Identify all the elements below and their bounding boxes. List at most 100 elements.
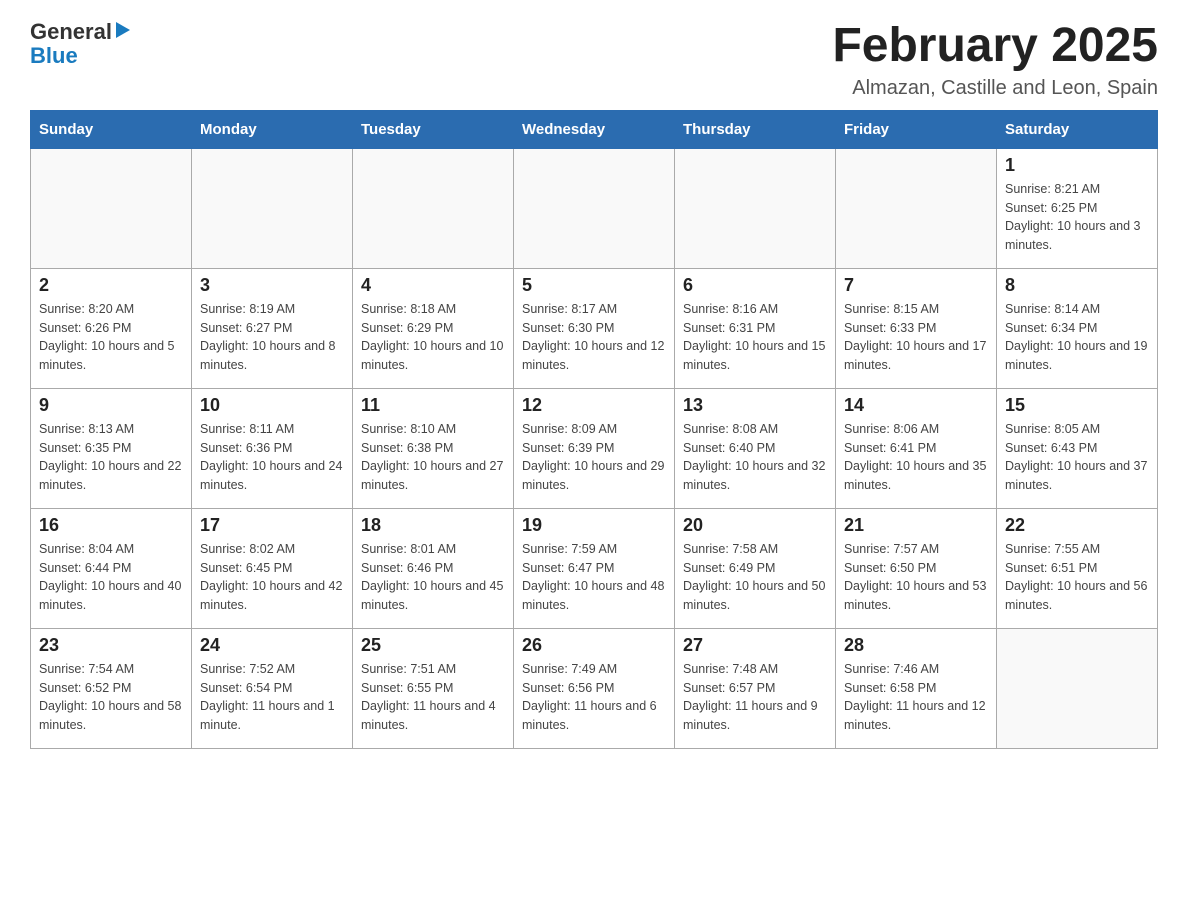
calendar-day-cell: 23 Sunrise: 7:54 AMSunset: 6:52 PMDayligh… [31, 628, 192, 748]
day-number: 16 [39, 515, 183, 536]
calendar-day-cell: 12 Sunrise: 8:09 AMSunset: 6:39 PMDayligh… [514, 388, 675, 508]
calendar-day-cell: 8 Sunrise: 8:14 AMSunset: 6:34 PMDaylight… [997, 268, 1158, 388]
calendar-day-cell: 24Sunrise: 7:52 AMSunset: 6:54 PMDayligh… [192, 628, 353, 748]
calendar-day-cell: 13 Sunrise: 8:08 AMSunset: 6:40 PMDayligh… [675, 388, 836, 508]
weekday-header-sunday: Sunday [31, 110, 192, 148]
day-info: Sunrise: 8:19 AMSunset: 6:27 PMDaylight:… [200, 300, 344, 375]
calendar-header-row: SundayMondayTuesdayWednesdayThursdayFrid… [31, 110, 1158, 148]
day-info: Sunrise: 8:13 AMSunset: 6:35 PMDaylight:… [39, 420, 183, 495]
calendar-week-row: 16Sunrise: 8:04 AMSunset: 6:44 PMDayligh… [31, 508, 1158, 628]
weekday-header-monday: Monday [192, 110, 353, 148]
day-info: Sunrise: 8:17 AMSunset: 6:30 PMDaylight:… [522, 300, 666, 375]
calendar-day-cell: 27 Sunrise: 7:48 AMSunset: 6:57 PMDayligh… [675, 628, 836, 748]
day-number: 27 [683, 635, 827, 656]
calendar-table: SundayMondayTuesdayWednesdayThursdayFrid… [30, 110, 1158, 749]
calendar-day-cell: 26 Sunrise: 7:49 AMSunset: 6:56 PMDayligh… [514, 628, 675, 748]
calendar-week-row: 23 Sunrise: 7:54 AMSunset: 6:52 PMDayligh… [31, 628, 1158, 748]
calendar-week-row: 2Sunrise: 8:20 AMSunset: 6:26 PMDaylight… [31, 268, 1158, 388]
day-number: 28 [844, 635, 988, 656]
calendar-day-cell: 9 Sunrise: 8:13 AMSunset: 6:35 PMDaylight… [31, 388, 192, 508]
day-number: 11 [361, 395, 505, 416]
calendar-day-cell [836, 148, 997, 268]
calendar-day-cell: 6 Sunrise: 8:16 AMSunset: 6:31 PMDaylight… [675, 268, 836, 388]
day-info: Sunrise: 7:55 AMSunset: 6:51 PMDaylight:… [1005, 540, 1149, 615]
day-info: Sunrise: 8:16 AMSunset: 6:31 PMDaylight:… [683, 300, 827, 375]
day-number: 10 [200, 395, 344, 416]
calendar-day-cell: 25 Sunrise: 7:51 AMSunset: 6:55 PMDayligh… [353, 628, 514, 748]
calendar-day-cell: 4 Sunrise: 8:18 AMSunset: 6:29 PMDaylight… [353, 268, 514, 388]
day-info: Sunrise: 8:18 AMSunset: 6:29 PMDaylight:… [361, 300, 505, 375]
day-number: 25 [361, 635, 505, 656]
day-info: Sunrise: 8:09 AMSunset: 6:39 PMDaylight:… [522, 420, 666, 495]
calendar-day-cell: 18 Sunrise: 8:01 AMSunset: 6:46 PMDayligh… [353, 508, 514, 628]
logo-arrow-icon [116, 22, 130, 38]
weekday-header-thursday: Thursday [675, 110, 836, 148]
calendar-day-cell: 20 Sunrise: 7:58 AMSunset: 6:49 PMDayligh… [675, 508, 836, 628]
logo-blue-text: Blue [30, 44, 78, 68]
day-number: 5 [522, 275, 666, 296]
calendar-day-cell: 15Sunrise: 8:05 AMSunset: 6:43 PMDayligh… [997, 388, 1158, 508]
day-info: Sunrise: 8:05 AMSunset: 6:43 PMDaylight:… [1005, 420, 1149, 495]
day-info: Sunrise: 7:57 AMSunset: 6:50 PMDaylight:… [844, 540, 988, 615]
weekday-header-saturday: Saturday [997, 110, 1158, 148]
calendar-week-row: 9 Sunrise: 8:13 AMSunset: 6:35 PMDaylight… [31, 388, 1158, 508]
day-number: 17 [200, 515, 344, 536]
day-number: 12 [522, 395, 666, 416]
day-info: Sunrise: 7:49 AMSunset: 6:56 PMDaylight:… [522, 660, 666, 735]
day-info: Sunrise: 8:21 AMSunset: 6:25 PMDaylight:… [1005, 180, 1149, 255]
day-number: 22 [1005, 515, 1149, 536]
calendar-day-cell: 10 Sunrise: 8:11 AMSunset: 6:36 PMDayligh… [192, 388, 353, 508]
day-info: Sunrise: 8:10 AMSunset: 6:38 PMDaylight:… [361, 420, 505, 495]
day-number: 21 [844, 515, 988, 536]
calendar-day-cell [997, 628, 1158, 748]
main-title: February 2025 [832, 20, 1158, 73]
day-number: 8 [1005, 275, 1149, 296]
subtitle: Almazan, Castille and Leon, Spain [832, 77, 1158, 100]
day-info: Sunrise: 7:58 AMSunset: 6:49 PMDaylight:… [683, 540, 827, 615]
day-number: 13 [683, 395, 827, 416]
calendar-day-cell: 3 Sunrise: 8:19 AMSunset: 6:27 PMDaylight… [192, 268, 353, 388]
calendar-day-cell: 16Sunrise: 8:04 AMSunset: 6:44 PMDayligh… [31, 508, 192, 628]
day-number: 20 [683, 515, 827, 536]
day-number: 6 [683, 275, 827, 296]
day-number: 18 [361, 515, 505, 536]
day-number: 26 [522, 635, 666, 656]
calendar-day-cell: 2Sunrise: 8:20 AMSunset: 6:26 PMDaylight… [31, 268, 192, 388]
day-number: 9 [39, 395, 183, 416]
calendar-day-cell: 11 Sunrise: 8:10 AMSunset: 6:38 PMDayligh… [353, 388, 514, 508]
day-info: Sunrise: 8:06 AMSunset: 6:41 PMDaylight:… [844, 420, 988, 495]
day-info: Sunrise: 8:15 AMSunset: 6:33 PMDaylight:… [844, 300, 988, 375]
calendar-day-cell: 7 Sunrise: 8:15 AMSunset: 6:33 PMDaylight… [836, 268, 997, 388]
day-number: 14 [844, 395, 988, 416]
day-info: Sunrise: 8:20 AMSunset: 6:26 PMDaylight:… [39, 300, 183, 375]
calendar-day-cell: 14 Sunrise: 8:06 AMSunset: 6:41 PMDayligh… [836, 388, 997, 508]
calendar-week-row: 1Sunrise: 8:21 AMSunset: 6:25 PMDaylight… [31, 148, 1158, 268]
day-info: Sunrise: 8:01 AMSunset: 6:46 PMDaylight:… [361, 540, 505, 615]
calendar-day-cell [353, 148, 514, 268]
calendar-day-cell: 19Sunrise: 7:59 AMSunset: 6:47 PMDayligh… [514, 508, 675, 628]
calendar-day-cell: 17 Sunrise: 8:02 AMSunset: 6:45 PMDayligh… [192, 508, 353, 628]
logo: General Blue [30, 20, 130, 68]
day-number: 7 [844, 275, 988, 296]
day-info: Sunrise: 8:02 AMSunset: 6:45 PMDaylight:… [200, 540, 344, 615]
day-info: Sunrise: 8:11 AMSunset: 6:36 PMDaylight:… [200, 420, 344, 495]
day-info: Sunrise: 7:54 AMSunset: 6:52 PMDaylight:… [39, 660, 183, 735]
calendar-day-cell [514, 148, 675, 268]
calendar-day-cell: 1Sunrise: 8:21 AMSunset: 6:25 PMDaylight… [997, 148, 1158, 268]
day-info: Sunrise: 7:48 AMSunset: 6:57 PMDaylight:… [683, 660, 827, 735]
day-info: Sunrise: 7:51 AMSunset: 6:55 PMDaylight:… [361, 660, 505, 735]
day-info: Sunrise: 7:59 AMSunset: 6:47 PMDaylight:… [522, 540, 666, 615]
calendar-day-cell [31, 148, 192, 268]
page-header: General Blue February 2025 Almazan, Cast… [30, 20, 1158, 100]
day-number: 24 [200, 635, 344, 656]
calendar-day-cell: 21 Sunrise: 7:57 AMSunset: 6:50 PMDayligh… [836, 508, 997, 628]
title-block: February 2025 Almazan, Castille and Leon… [832, 20, 1158, 100]
day-number: 23 [39, 635, 183, 656]
day-number: 4 [361, 275, 505, 296]
weekday-header-tuesday: Tuesday [353, 110, 514, 148]
weekday-header-friday: Friday [836, 110, 997, 148]
day-info: Sunrise: 8:08 AMSunset: 6:40 PMDaylight:… [683, 420, 827, 495]
calendar-day-cell: 22 Sunrise: 7:55 AMSunset: 6:51 PMDayligh… [997, 508, 1158, 628]
day-number: 3 [200, 275, 344, 296]
day-info: Sunrise: 8:14 AMSunset: 6:34 PMDaylight:… [1005, 300, 1149, 375]
